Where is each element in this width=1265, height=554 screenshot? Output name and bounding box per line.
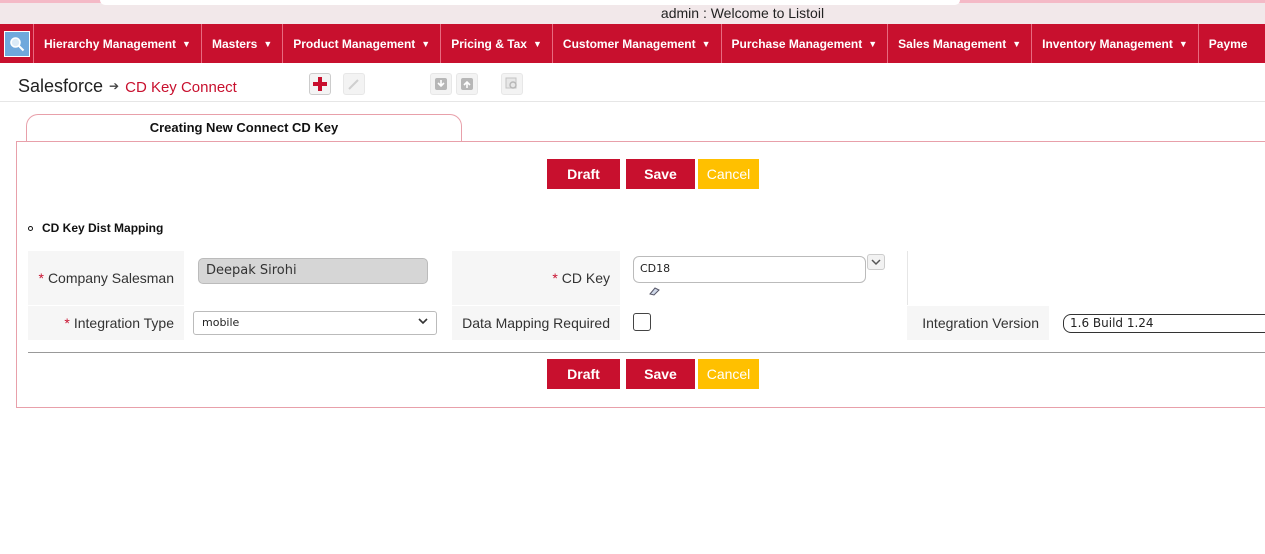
caret-down-icon: ▼ (421, 38, 431, 49)
nav-masters[interactable]: Masters ▼ (200, 24, 282, 63)
breadcrumb: Salesforce ➔ CD Key Connect (18, 75, 237, 97)
breadcrumb-root[interactable]: Salesforce (18, 76, 103, 97)
draft-button[interactable]: Draft (547, 159, 620, 189)
nav-pricing-tax[interactable]: Pricing & Tax ▼ (440, 24, 552, 63)
data-mapping-label: Data Mapping Required (452, 306, 620, 340)
nav-payment[interactable]: Payme (1197, 24, 1258, 63)
caret-down-icon: ▼ (532, 38, 542, 49)
integration-type-label: * Integration Type (28, 306, 184, 340)
caret-down-icon: ▼ (868, 38, 878, 49)
nav-product-management[interactable]: Product Management ▼ (282, 24, 440, 63)
data-mapping-checkbox[interactable] (633, 313, 651, 331)
chevron-down-icon[interactable] (867, 254, 885, 270)
cell-divider (907, 251, 908, 305)
search-icon[interactable] (4, 30, 30, 57)
upload-icon[interactable] (456, 73, 478, 95)
save-button[interactable]: Save (626, 159, 695, 189)
zoom-icon[interactable] (501, 73, 523, 95)
caret-down-icon: ▼ (1012, 38, 1022, 49)
cancel-button[interactable]: Cancel (698, 159, 759, 189)
caret-down-icon: ▼ (182, 38, 191, 49)
tab-creating-new[interactable]: Creating New Connect CD Key (26, 114, 462, 142)
arrow-right-icon: ➔ (109, 79, 120, 93)
breadcrumb-current: CD Key Connect (125, 79, 237, 96)
integration-version-input[interactable]: 1.6 Build 1.24 (1063, 314, 1265, 333)
download-icon[interactable] (430, 73, 452, 95)
company-salesman-label: * Company Salesman (28, 251, 184, 305)
caret-down-icon: ▼ (263, 38, 273, 49)
welcome-text: admin : Welcome to Listoil (660, 5, 825, 21)
company-salesman-field[interactable]: Deepak Sirohi (198, 258, 428, 284)
caret-down-icon: ▼ (1178, 38, 1188, 49)
cd-key-label: * CD Key (452, 251, 620, 305)
add-icon[interactable] (309, 73, 331, 95)
eraser-icon[interactable] (648, 285, 662, 300)
nav-customer-management[interactable]: Customer Management ▼ (551, 24, 721, 63)
bottom-button-row: Draft Save Cancel (547, 359, 759, 389)
nav-purchase-management[interactable]: Purchase Management ▼ (720, 24, 888, 63)
nav-hierarchy-management[interactable]: Hierarchy Management ▼ (33, 24, 201, 63)
top-bar: admin : Welcome to Listoil (0, 0, 1265, 24)
section-title: CD Key Dist Mapping (28, 221, 163, 235)
bullet-icon (28, 225, 33, 231)
main-nav: Hierarchy Management ▼ Masters ▼ Product M… (0, 24, 1265, 63)
chevron-down-icon (418, 315, 428, 328)
integration-version-label: Integration Version (907, 306, 1049, 340)
integration-type-select[interactable]: mobile (193, 311, 437, 335)
save-button[interactable]: Save (626, 359, 695, 389)
nav-sales-management[interactable]: Sales Management ▼ (887, 24, 1031, 63)
form-divider (28, 352, 1265, 353)
header-divider (0, 101, 1265, 102)
draft-button[interactable]: Draft (547, 359, 620, 389)
edit-icon[interactable] (343, 73, 365, 95)
cancel-button[interactable]: Cancel (698, 359, 759, 389)
nav-inventory-management[interactable]: Inventory Management ▼ (1031, 24, 1198, 63)
caret-down-icon: ▼ (701, 38, 711, 49)
cd-key-input[interactable]: CD18 (633, 256, 866, 283)
top-button-row: Draft Save Cancel (547, 159, 759, 189)
